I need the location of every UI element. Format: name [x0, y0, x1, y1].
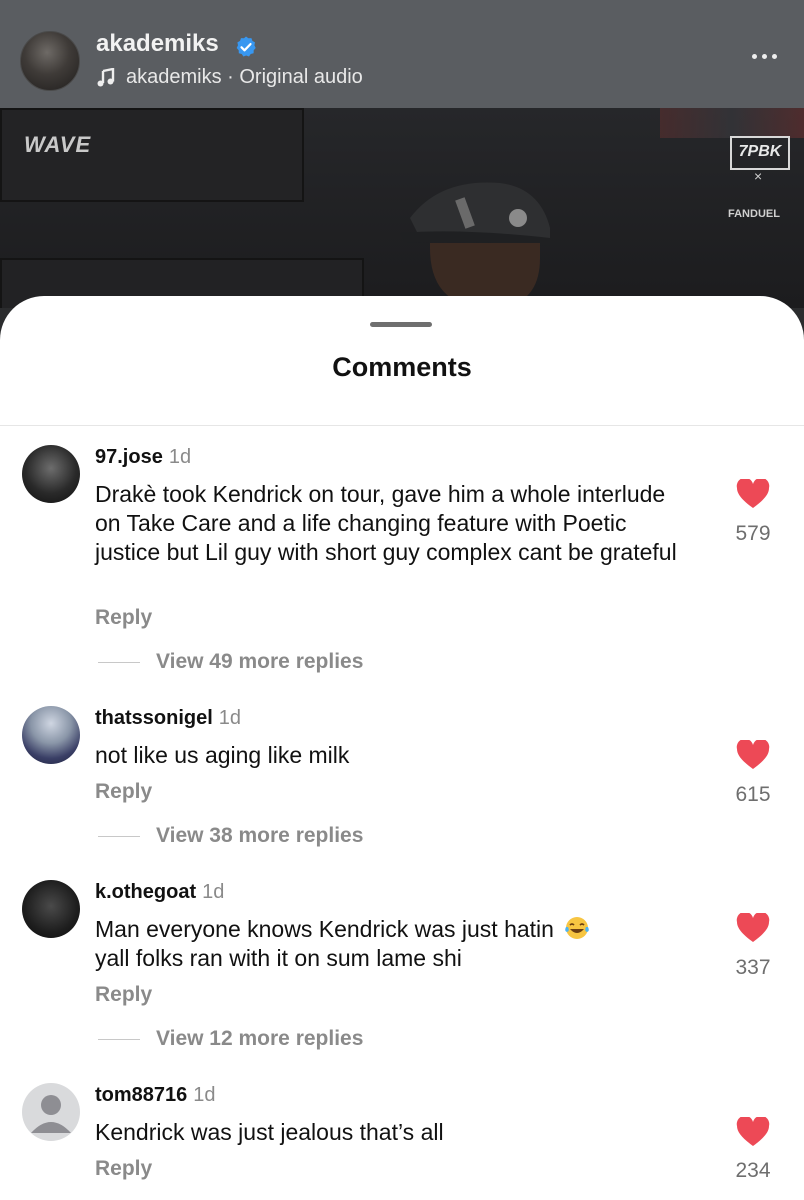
- comment-timestamp: 1d: [168, 446, 192, 468]
- background-shelf: [660, 108, 804, 138]
- comment-timestamp: 1d: [218, 707, 242, 729]
- like-count: 579: [735, 522, 771, 545]
- comment-timestamp: 1d: [193, 1084, 216, 1106]
- like-count: 615: [735, 783, 771, 806]
- sheet-title: Comments: [332, 352, 472, 382]
- like-count: 234: [735, 1159, 771, 1182]
- author-username[interactable]: akademiks: [96, 30, 219, 58]
- wave-logo: WAVE: [24, 132, 92, 157]
- music-note-icon: [97, 67, 115, 86]
- comment-username[interactable]: k.othegoat 1d: [95, 881, 224, 904]
- 7pbk-logo: 7PBK: [730, 136, 790, 170]
- more-options-icon[interactable]: [748, 46, 780, 66]
- view-more-replies[interactable]: View 38 more replies: [98, 824, 363, 848]
- heart-icon[interactable]: [736, 913, 770, 943]
- view-more-replies[interactable]: View 12 more replies: [98, 1027, 363, 1051]
- verified-badge-icon: [236, 36, 256, 57]
- comment-username[interactable]: thatssonigel 1d: [95, 707, 241, 730]
- audio-label: akademiks · Original audio: [126, 66, 363, 88]
- drag-handle[interactable]: [370, 322, 432, 327]
- commenter-avatar[interactable]: [22, 880, 80, 938]
- comment-text: Man everyone knows Kendrick was just hat…: [95, 915, 695, 973]
- comment-text: Kendrick was just jealous that’s all: [95, 1119, 444, 1145]
- comment-timestamp: 1d: [202, 881, 225, 903]
- reply-button[interactable]: Reply: [95, 780, 152, 804]
- reply-button[interactable]: Reply: [95, 1157, 152, 1181]
- default-avatar-icon: [31, 1095, 71, 1133]
- comment-username[interactable]: tom88716 1d: [95, 1084, 216, 1107]
- heart-icon[interactable]: [736, 740, 770, 770]
- tears-of-joy-emoji-icon: [565, 917, 590, 939]
- heart-icon[interactable]: [736, 479, 770, 509]
- view-more-replies[interactable]: View 49 more replies: [98, 650, 363, 674]
- like-count: 337: [735, 956, 771, 979]
- post-header: akademiks akademiks · Original audio: [0, 0, 804, 108]
- divider: [0, 425, 804, 426]
- commenter-avatar[interactable]: [22, 706, 80, 764]
- reply-button[interactable]: Reply: [95, 606, 152, 630]
- commenter-avatar[interactable]: [22, 1083, 80, 1141]
- comment-text: Drakè took Kendrick on tour, gave him a …: [95, 481, 677, 565]
- video-preview[interactable]: WAVE 7PBK × FANDUEL: [0, 108, 804, 308]
- comments-sheet: Comments 97.jose 1d Drakè took Kendrick o…: [0, 296, 804, 1200]
- comment-text: not like us aging like milk: [95, 742, 350, 768]
- heart-icon[interactable]: [736, 1117, 770, 1147]
- commenter-avatar[interactable]: [22, 445, 80, 503]
- person-in-cap-image: [400, 182, 550, 308]
- reply-button[interactable]: Reply: [95, 983, 152, 1007]
- brand-separator: ×: [754, 168, 763, 184]
- fanduel-logo: FANDUEL: [728, 208, 780, 220]
- original-audio-link[interactable]: akademiks · Original audio: [96, 66, 363, 89]
- author-avatar[interactable]: [20, 31, 80, 91]
- comment-username[interactable]: 97.jose 1d: [95, 446, 191, 469]
